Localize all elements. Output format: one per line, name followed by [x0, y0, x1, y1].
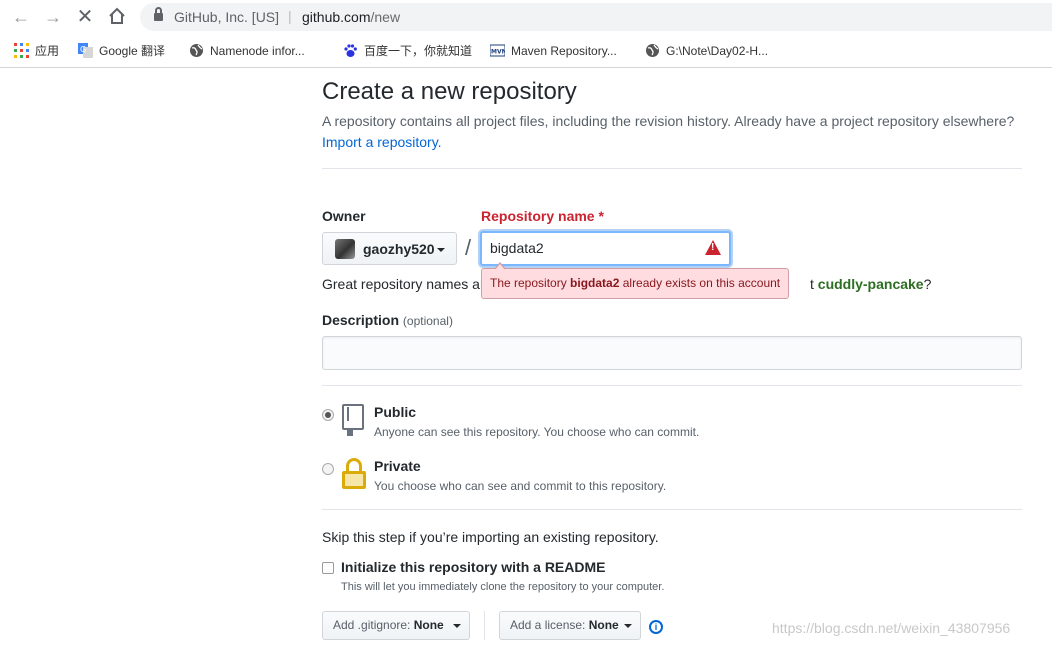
apps-grid-icon [14, 43, 29, 58]
site-identity[interactable]: GitHub, Inc. [US] [174, 9, 279, 25]
bookmark-apps[interactable]: 应用 [14, 41, 59, 61]
gitignore-label: Add .gitignore: [333, 618, 411, 632]
name-hint: Great repository names ar [322, 276, 485, 292]
bookmark-label: Google 翻译 [99, 44, 166, 58]
stop-loading-icon[interactable]: ✕ [74, 6, 96, 28]
private-radio[interactable] [322, 463, 334, 475]
owner-repo-separator: / [465, 235, 472, 260]
repository-name-input[interactable]: bigdata2 [480, 231, 731, 266]
bookmark-maven[interactable]: MVN Maven Repository... [490, 41, 617, 61]
repo-book-icon [342, 404, 366, 436]
public-description: Anyone can see this repository. You choo… [374, 425, 700, 439]
maven-icon: MVN [490, 44, 505, 57]
license-label: Add a license: [510, 618, 586, 632]
gitignore-value: None [413, 618, 444, 632]
home-icon[interactable] [106, 6, 128, 28]
svg-text:G: G [80, 45, 86, 54]
readme-checkbox[interactable] [322, 562, 334, 574]
public-radio[interactable] [322, 409, 334, 421]
repo-exists-error: The repository bigdata2 already exists o… [481, 262, 790, 299]
bookmark-label: Namenode infor... [210, 44, 305, 58]
svg-text:MVN: MVN [491, 49, 505, 56]
section-divider [322, 385, 1022, 386]
google-translate-icon: G [78, 43, 93, 58]
public-title: Public [374, 404, 417, 420]
readme-description: This will let you immediately clone the … [341, 581, 665, 593]
owner-dropdown[interactable]: gaozhy520 [322, 232, 457, 265]
gitignore-dropdown[interactable]: Add .gitignore: None [322, 611, 470, 640]
baidu-paw-icon [344, 44, 357, 57]
license-value: None [588, 618, 619, 632]
toolbar-divider [0, 67, 1052, 68]
info-icon[interactable]: i [649, 620, 663, 634]
bookmark-google-translate[interactable]: G Google 翻译 [78, 41, 165, 61]
description-input[interactable] [322, 336, 1022, 370]
forward-arrow-icon[interactable]: → [42, 6, 64, 28]
watermark: https://blog.csdn.net/weixin_43807956 [772, 620, 1011, 636]
bookmark-label: 百度一下，你就知道 [364, 44, 473, 58]
avatar [335, 239, 355, 259]
url-separator: | [288, 8, 292, 24]
bookmark-label: 应用 [35, 44, 60, 58]
description-label: Description (optional) [322, 312, 453, 328]
globe-icon [190, 44, 203, 57]
bookmark-note[interactable]: G:\Note\Day02-H... [645, 41, 768, 61]
chevron-down-icon [437, 248, 445, 252]
skip-note: Skip this step if you’re importing an ex… [322, 529, 659, 545]
private-description: You choose who can see and commit to thi… [374, 479, 667, 493]
chevron-down-icon [453, 624, 461, 628]
readme-title: Initialize this repository with a README [341, 559, 606, 575]
bookmark-label: G:\Note\Day02-H... [666, 44, 769, 58]
bookmark-label: Maven Repository... [511, 44, 617, 58]
page-title: Create a new repository [322, 78, 577, 105]
owner-label: Owner [322, 208, 366, 224]
bookmark-namenode[interactable]: Namenode infor... [189, 41, 305, 61]
repository-name-value: bigdata2 [490, 240, 544, 256]
browser-toolbar: ← → ✕ GitHub, Inc. [US] | github.com/new [0, 0, 1052, 34]
bookmark-baidu[interactable]: 百度一下，你就知道 [343, 41, 472, 61]
subtitle-text: A repository contains all project files,… [322, 113, 1015, 129]
bookmarks-bar: 应用 G Google 翻译 Namenode infor... 百度一下，你就… [0, 37, 1052, 65]
repo-name-label: Repository name * [481, 208, 604, 224]
name-suggestion[interactable]: cuddly-pancake [818, 276, 924, 292]
name-suggestion-text: t cuddly-pancake? [810, 276, 932, 292]
section-divider [322, 168, 1022, 169]
secure-lock-icon[interactable] [154, 7, 163, 22]
address-bar[interactable]: GitHub, Inc. [US] | github.com/new [140, 3, 1052, 31]
private-title: Private [374, 458, 421, 474]
lock-icon [342, 458, 366, 490]
globe-icon [646, 44, 659, 57]
owner-name: gaozhy520 [363, 241, 435, 257]
url-text[interactable]: github.com/new [302, 9, 400, 25]
section-divider [322, 509, 1022, 510]
warning-icon [705, 240, 721, 255]
license-dropdown[interactable]: Add a license: None [499, 611, 641, 640]
button-separator [484, 611, 485, 640]
chevron-down-icon [624, 624, 632, 628]
page-subtitle: A repository contains all project files,… [322, 111, 1022, 153]
import-repository-link[interactable]: Import a repository. [322, 134, 442, 150]
back-arrow-icon[interactable]: ← [10, 6, 32, 28]
